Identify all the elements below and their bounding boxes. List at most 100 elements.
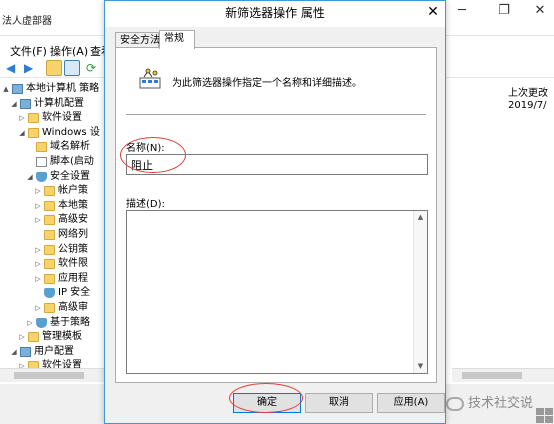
windows-logo-icon [536,408,554,424]
tree-item-label: 本地策 [58,199,88,211]
restore-icon[interactable]: ❐ [490,0,518,22]
tree-item[interactable]: ▷ 公钥策 [0,243,105,257]
expand-arrow-icon[interactable]: ▷ [34,301,42,315]
computer-icon [20,98,31,109]
tree-item[interactable]: ▷ 管理模板 [0,330,105,344]
expand-arrow-icon[interactable]: ▷ [34,213,42,227]
folder-icon [44,273,55,284]
watermark: 技术社交说 [446,392,533,418]
tab-general[interactable]: 常规 [159,30,195,49]
folder-icon [44,215,55,226]
menu-file[interactable]: 文件(F) [10,43,47,59]
menu-action[interactable]: 操作(A) [50,43,88,59]
shield-icon [44,288,55,299]
show-hide-tree-icon[interactable] [64,60,80,76]
wechat-icon [446,396,464,411]
scrollbar-thumb[interactable] [462,372,522,379]
filter-action-properties-dialog: 新筛选器操作 属性 ✕ 安全方法 常规 为此筛选器操作指定一个名称和详细描述。 … [104,0,446,424]
up-folder-icon[interactable] [46,60,62,76]
expand-arrow-icon[interactable]: ▷ [34,184,42,198]
tree-item-label: Windows 设 [42,126,100,138]
folder-icon [28,127,39,138]
scrollbar-thumb[interactable] [14,372,84,379]
tree-item-label: 软件设置 [42,112,82,124]
tree-item-label: 高级审 [58,302,88,313]
mmc-caption: 法人虚部器 [2,16,52,27]
panel-description: 为此筛选器操作指定一个名称和详细描述。 [172,78,362,89]
tree-item-label: 应用程 [58,272,88,284]
tree-item[interactable]: ◢ 计算机配置 [0,97,105,111]
tree-item-label: 基于策略 [50,316,90,328]
expand-arrow-icon[interactable]: ▷ [26,316,34,330]
folder-icon [44,303,55,313]
mmc-close-icon[interactable]: ✕ [526,0,554,22]
expand-arrow-icon[interactable]: ▷ [18,111,26,125]
expand-arrow-icon[interactable]: ▷ [34,257,42,271]
apply-button[interactable]: 应用(A) [377,393,445,413]
tree-item[interactable]: ◢ Windows 设 [0,126,105,140]
column-header-last-modified[interactable]: 上次更改 [508,84,548,99]
expand-arrow-icon[interactable]: ▷ [18,330,26,344]
tree-horizontal-scrollbar[interactable] [0,368,105,382]
tree-item[interactable]: ▷ 高级安 [0,213,105,227]
tree-item-label: 用户配置 [34,345,74,357]
scroll-down-icon[interactable]: ▼ [414,360,427,373]
tree-item-label: 管理模板 [42,331,82,343]
tree-item[interactable]: ▷ 应用程 [0,272,105,286]
tree-item-label: 计算机配置 [34,97,84,109]
separator-line [126,114,426,115]
ok-button[interactable]: 确定 [233,393,301,413]
name-label: 名称(N): [126,143,165,154]
tree-item[interactable]: 域名解析 [0,140,105,154]
tree-item[interactable]: ▷ 帐户策 [0,184,105,198]
tree-item[interactable]: ◢ 用户配置 [0,345,105,359]
tree-item[interactable]: IP 安全 [0,286,105,300]
description-textarea[interactable]: ▲ ▼ [126,210,428,374]
tree-item[interactable]: ▷ 高级审 [0,301,105,315]
tree-item[interactable]: ▷ 基于策略 [0,316,105,330]
scroll-up-icon[interactable]: ▲ [414,211,427,224]
refresh-icon[interactable]: ⟳ [86,60,102,76]
folder-icon [44,200,55,211]
tree-item[interactable]: 脚本(启动 [0,155,105,169]
tab-security-methods[interactable]: 安全方法 [115,32,160,48]
expand-arrow-icon[interactable]: ▷ [34,199,42,213]
details-horizontal-scrollbar[interactable] [452,368,554,382]
tree-item-label: 脚本(启动 [50,156,94,167]
expand-arrow-icon[interactable]: ◢ [10,97,18,111]
expand-arrow-icon[interactable]: ◢ [18,126,26,140]
folder-icon [28,113,39,124]
tree-item-label: 网络列 [58,229,88,240]
tree-item[interactable]: ▷ 本地策 [0,199,105,213]
computer-icon [12,84,23,94]
tree-item[interactable]: ▷ 软件设置 [0,111,105,125]
tree-item[interactable]: ▲ 本地计算机 策略 [0,82,105,96]
folder-icon [44,244,55,255]
back-arrow-icon[interactable]: ◀ [6,60,22,76]
description-label: 描述(D): [126,199,165,210]
tree-item-label: 软件限 [58,258,88,270]
details-pane: 上次更改 2019/7/ [452,82,554,382]
last-modified-cell: 2019/7/ [508,100,547,111]
expand-arrow-icon[interactable]: ▷ [34,272,42,286]
description-scrollbar[interactable]: ▲ ▼ [413,211,427,373]
tree-item[interactable]: ◢ 安全设置 [0,170,105,184]
dialog-close-icon[interactable]: ✕ [421,1,445,23]
name-input[interactable] [126,154,428,175]
console-tree: ▲ 本地计算机 策略 ◢ 计算机配置 ▷ 软件设置 ◢ Windows 设域名解析 脚本(启动 ◢… [0,82,105,382]
tree-item[interactable]: 网络列 [0,228,105,242]
expand-arrow-icon[interactable]: ▷ [34,243,42,257]
folder-icon [44,259,55,270]
expand-arrow-icon[interactable]: ▲ [2,82,10,96]
expand-arrow-icon[interactable]: ◢ [10,345,18,359]
tree-item-label: 高级安 [58,214,88,226]
tree-item[interactable]: ▷ 软件限 [0,257,105,271]
expand-arrow-icon[interactable]: ◢ [26,170,34,184]
cancel-button[interactable]: 取消 [305,393,373,413]
forward-arrow-icon[interactable]: ▶ [24,60,40,76]
tree-item-label: IP 安全 [58,287,91,299]
computer-icon [20,346,31,357]
minimize-icon[interactable]: ─ [448,0,476,22]
chart-icon [36,317,47,328]
folder-icon [28,332,39,343]
